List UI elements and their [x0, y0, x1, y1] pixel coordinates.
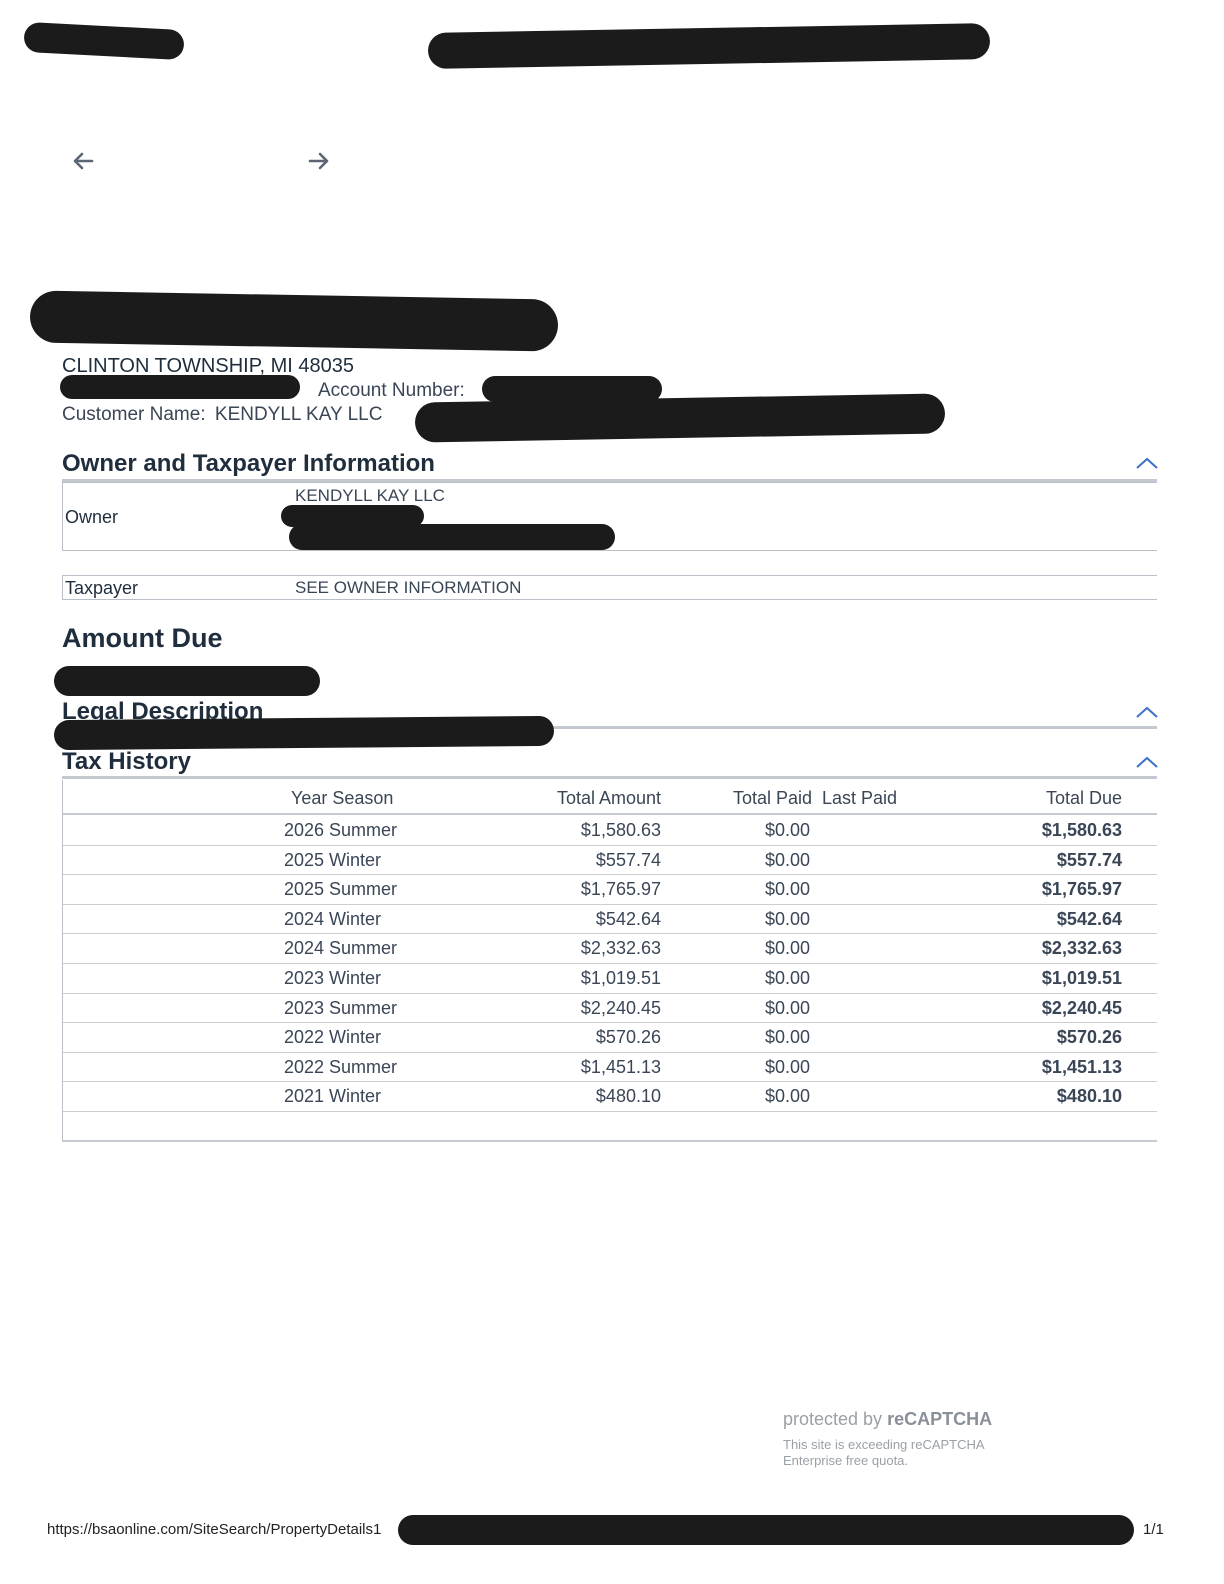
cell-total-paid: $0.00 [765, 938, 811, 959]
tax-history-table: Year Season Total Amount Total Paid Last… [62, 780, 1157, 1142]
column-header-total-amount: Total Amount [556, 788, 661, 808]
cell-total-due: $2,332.63 [1041, 938, 1122, 959]
taxpayer-value: SEE OWNER INFORMATION [295, 578, 522, 597]
table-row: 2026 Summer $1,580.63 $0.00 $1,580.63 [63, 815, 1157, 846]
table-row: 2021 Winter $480.10 $0.00 $480.10 [63, 1081, 1157, 1112]
customer-name-value: KENDYLL KAY LLC [214, 404, 383, 425]
table-row: 2022 Winter $570.26 $0.00 $570.26 [63, 1022, 1157, 1053]
cell-total-amount: $1,019.51 [580, 968, 661, 988]
back-arrow-icon[interactable] [68, 146, 98, 176]
cell-total-paid: $0.00 [765, 849, 811, 870]
cell-total-amount: $1,765.97 [580, 879, 661, 900]
collapse-chevron-up-icon[interactable] [1134, 454, 1160, 472]
recaptcha-quota-note: This site is exceeding reCAPTCHA Enterpr… [783, 1437, 984, 1468]
cell-total-due: $480.10 [1056, 1086, 1122, 1107]
table-row: 2025 Winter $557.74 $0.00 $557.74 [63, 845, 1157, 876]
collapse-chevron-up-icon[interactable] [1134, 703, 1160, 721]
redaction-mark [289, 524, 615, 550]
column-header-year-season: Year Season [291, 788, 394, 808]
cell-total-amount: $2,332.63 [580, 938, 661, 959]
owner-section-title: Owner and Taxpayer Information [62, 450, 435, 477]
redaction-mark [398, 1515, 1134, 1545]
column-header-total-due: Total Due [1045, 788, 1122, 808]
cell-year-season: 2026 Summer [284, 820, 398, 840]
cell-total-paid: $0.00 [765, 908, 811, 929]
section-divider [62, 776, 1157, 779]
cell-total-paid: $0.00 [765, 1086, 811, 1107]
cell-total-amount: $557.74 [595, 849, 661, 870]
page-indicator: 1/1 [1143, 1521, 1164, 1538]
cell-year-season: 2024 Summer [284, 938, 398, 959]
table-row-empty [63, 1111, 1157, 1142]
cell-total-due: $1,765.97 [1041, 879, 1122, 900]
table-row: 2022 Summer $1,451.13 $0.00 $1,451.13 [63, 1052, 1157, 1083]
owner-name: KENDYLL KAY LLC [295, 486, 445, 505]
owner-label: Owner [65, 507, 119, 527]
cell-total-paid: $0.00 [765, 1056, 811, 1077]
redaction-mark [414, 393, 946, 443]
customer-name: Customer Name: KENDYLL KAY LLC [62, 404, 382, 426]
recaptcha-badge: protected by reCAPTCHA [783, 1409, 992, 1430]
cell-total-amount: $2,240.45 [580, 997, 661, 1018]
collapse-chevron-up-icon[interactable] [1134, 753, 1160, 771]
tax-history-title: Tax History [62, 748, 191, 775]
redaction-mark [54, 666, 320, 696]
cell-total-paid: $0.00 [765, 968, 811, 988]
cell-total-paid: $0.00 [765, 1027, 811, 1048]
table-row: 2024 Winter $542.64 $0.00 $542.64 [63, 904, 1157, 935]
cell-year-season: 2022 Summer [284, 1056, 398, 1077]
table-row: 2023 Winter $1,019.51 $0.00 $1,019.51 [63, 963, 1157, 994]
cell-total-due: $1,451.13 [1041, 1056, 1122, 1077]
cell-year-season: 2023 Winter [284, 968, 382, 988]
amount-due-title: Amount Due [62, 623, 223, 653]
recaptcha-brand: reCAPTCHA [887, 1409, 993, 1429]
table-row: 2025 Summer $1,765.97 $0.00 $1,765.97 [63, 874, 1157, 905]
cell-total-amount: $542.64 [595, 908, 661, 929]
taxpayer-label: Taxpayer [65, 578, 139, 598]
cell-total-due: $1,580.63 [1041, 820, 1122, 840]
cell-year-season: 2025 Winter [284, 849, 382, 870]
owner-info-box: Owner KENDYLL KAY LLC [62, 482, 1157, 551]
cell-year-season: 2025 Summer [284, 879, 398, 900]
cell-total-due: $542.64 [1056, 908, 1122, 929]
cell-year-season: 2021 Winter [284, 1086, 382, 1107]
table-row: 2024 Summer $2,332.63 $0.00 $2,332.63 [63, 933, 1157, 964]
column-header-total-paid: Total Paid [733, 788, 813, 808]
cell-total-amount: $1,580.63 [580, 820, 661, 840]
taxpayer-info-box: Taxpayer SEE OWNER INFORMATION [62, 575, 1157, 600]
forward-arrow-icon[interactable] [304, 146, 334, 176]
cell-total-due: $1,019.51 [1041, 968, 1122, 988]
account-number-label: Account Number: [318, 380, 465, 401]
cell-total-paid: $0.00 [765, 997, 811, 1018]
cell-year-season: 2024 Winter [284, 908, 382, 929]
redaction-mark [23, 21, 185, 61]
cell-total-amount: $1,451.13 [580, 1056, 661, 1077]
column-header-last-paid: Last Paid [822, 788, 898, 808]
table-row: 2023 Summer $2,240.45 $0.00 $2,240.45 [63, 993, 1157, 1024]
cell-total-amount: $570.26 [595, 1027, 661, 1048]
cell-year-season: 2022 Winter [284, 1027, 382, 1048]
customer-name-label: Customer Name: [62, 404, 206, 425]
cell-total-due: $557.74 [1056, 849, 1122, 870]
cell-total-due: $570.26 [1056, 1027, 1122, 1048]
cell-year-season: 2023 Summer [284, 997, 398, 1018]
cell-total-amount: $480.10 [595, 1086, 661, 1107]
redaction-mark [427, 23, 991, 69]
redaction-mark [29, 290, 559, 352]
redaction-mark [60, 375, 300, 399]
cell-total-paid: $0.00 [765, 820, 811, 840]
recaptcha-protected-by: protected by [783, 1409, 883, 1429]
footer-url: https://bsaonline.com/SiteSearch/Propert… [47, 1521, 382, 1538]
cell-total-due: $2,240.45 [1041, 997, 1122, 1018]
redaction-mark [53, 715, 555, 751]
cell-total-paid: $0.00 [765, 879, 811, 900]
